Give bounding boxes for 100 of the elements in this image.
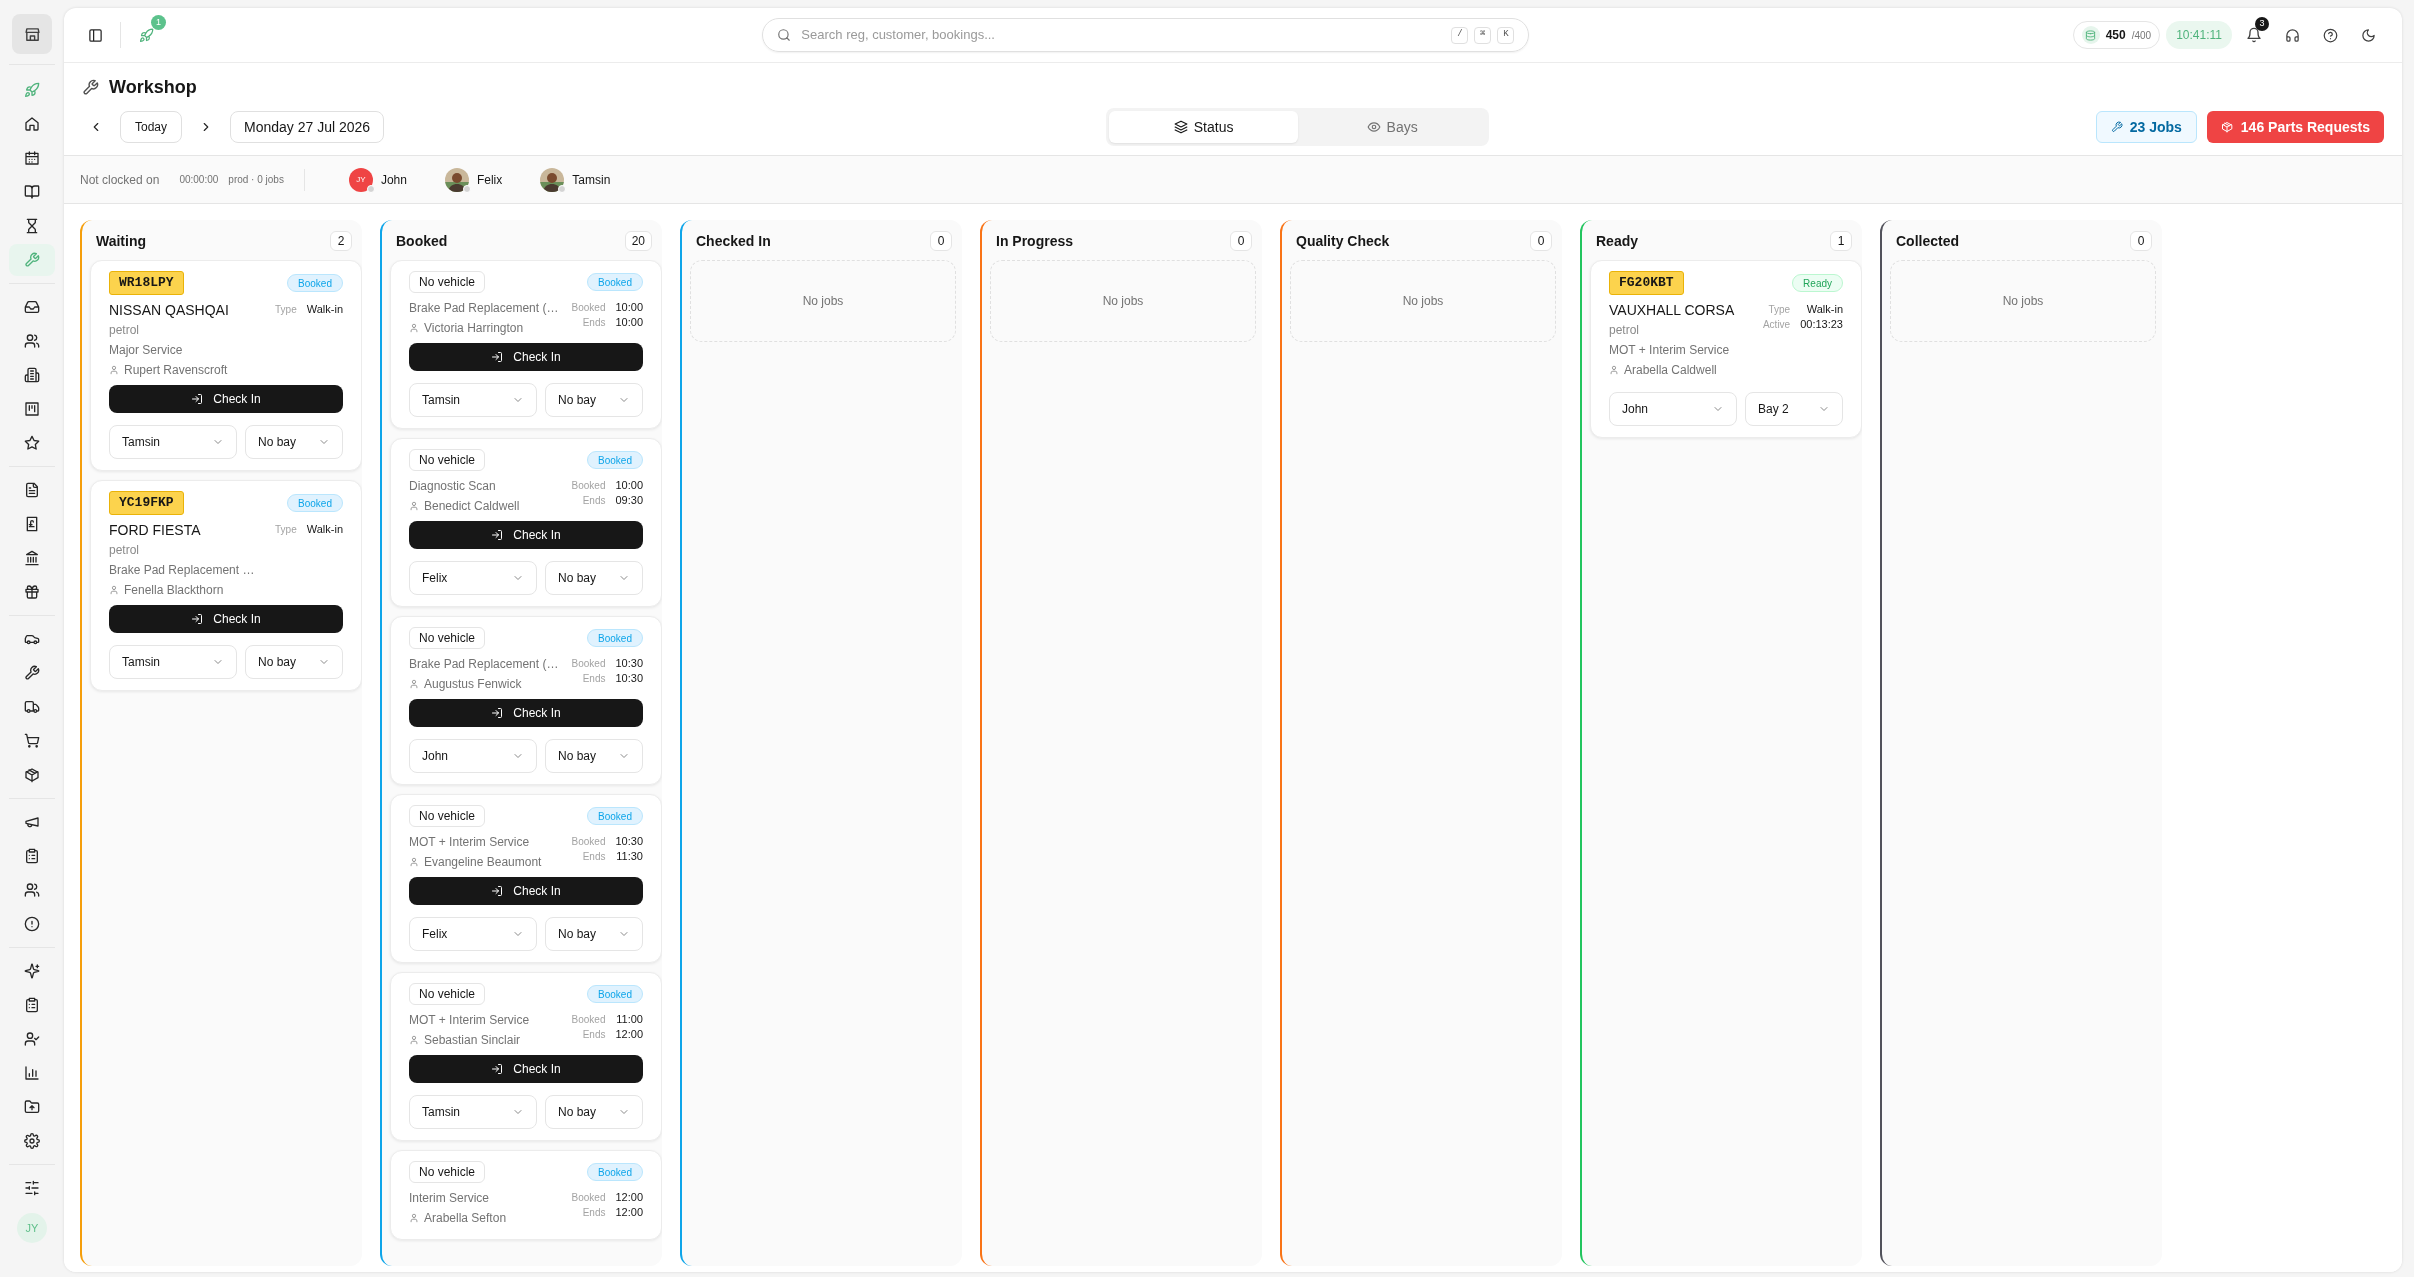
- notification-count: 3: [2255, 17, 2269, 31]
- bay-select[interactable]: No bay: [545, 917, 643, 951]
- meta-label: Ends: [581, 494, 606, 508]
- check-in-button[interactable]: Check In: [409, 1055, 643, 1083]
- technician-select[interactable]: Felix: [409, 561, 537, 595]
- customer-name: Arabella Caldwell: [1624, 362, 1717, 379]
- no-vehicle-tag: No vehicle: [409, 627, 486, 649]
- check-in-button[interactable]: Check In: [409, 877, 643, 905]
- folder-upload-icon: [24, 1099, 40, 1115]
- rocket-icon: [138, 27, 154, 43]
- technician-select[interactable]: Tamsin: [109, 425, 237, 459]
- moon-icon: [2360, 27, 2376, 43]
- sliders-icon: [24, 1180, 40, 1196]
- jobs-button[interactable]: 23 Jobs: [2095, 111, 2197, 143]
- job-card[interactable]: WR18LPY Booked NISSAN QASHQAI petrol Major Service Rupert Ravenscroft Type Walk-in Check In Tamsin No bay: [90, 260, 362, 471]
- document-icon: [24, 482, 40, 498]
- column-count: 2: [330, 231, 352, 251]
- status-badge: Booked: [587, 273, 643, 291]
- customer-name: Augustus Fenwick: [424, 676, 522, 693]
- no-vehicle-tag: No vehicle: [409, 983, 486, 1005]
- technician-select[interactable]: Tamsin: [109, 645, 237, 679]
- registration-plate: WR18LPY: [109, 271, 184, 295]
- meta-label: Ends: [581, 850, 606, 864]
- meta-value: Walk-in: [1805, 302, 1843, 317]
- job-card[interactable]: FG20KBT Ready VAUXHALL CORSA petrol MOT + Interim Service Arabella Caldwell Type Walk-in Active 00:13:23 John Bay 2: [1590, 260, 1862, 438]
- bay-select[interactable]: No bay: [545, 383, 643, 417]
- meta-label: Ends: [581, 1206, 606, 1220]
- status-badge: Ready: [1792, 274, 1843, 292]
- database-icon: [2085, 29, 2097, 41]
- check-in-button[interactable]: Check In: [109, 605, 343, 633]
- customer-name: Evangeline Beaumont: [424, 854, 542, 871]
- technician-select[interactable]: Tamsin: [409, 1095, 537, 1129]
- sign-in-icon: [191, 613, 204, 625]
- job-card[interactable]: No vehicle Booked Diagnostic Scan Benedict Caldwell Booked 10:00 Ends 09:30 Check In Felix No bay: [390, 438, 662, 607]
- job-card[interactable]: No vehicle Booked Interim Service Arabella Sefton Booked 12:00 Ends 12:00: [390, 1150, 662, 1240]
- check-in-button[interactable]: Check In: [409, 521, 643, 549]
- today-button[interactable]: Today: [120, 111, 183, 143]
- invoice-icon: [24, 516, 40, 532]
- job-card[interactable]: No vehicle Booked MOT + Interim Service Evangeline Beaumont Booked 10:30 Ends 11:30 Check In Felix No bay: [390, 794, 662, 963]
- check-in-button[interactable]: Check In: [109, 385, 343, 413]
- sign-in-icon: [191, 393, 204, 405]
- package-icon: [24, 767, 40, 783]
- person-icon: [409, 857, 419, 867]
- sign-in-icon: [491, 1063, 504, 1075]
- meta-value: 10:30: [615, 834, 643, 849]
- check-in-button[interactable]: Check In: [409, 699, 643, 727]
- building-icon: [24, 367, 40, 383]
- sidebar-icon: [87, 27, 103, 43]
- meta-value: Walk-in: [306, 302, 343, 317]
- wrench-icon: [24, 252, 40, 268]
- person-icon: [109, 585, 119, 595]
- job-card[interactable]: YC19FKP Booked FORD FIESTA petrol Brake Pad Replacement … Fenella Blackthorn Type Walk-in Check In Tamsin No bay: [90, 480, 362, 691]
- technician-name[interactable]: Tamsin: [572, 170, 611, 189]
- bay-select[interactable]: No bay: [245, 645, 343, 679]
- bay-select[interactable]: No bay: [545, 739, 643, 773]
- service-name: Brake Pad Replacement …: [109, 562, 255, 579]
- check-in-button[interactable]: Check In: [409, 343, 643, 371]
- bay-select[interactable]: Bay 2: [1745, 392, 1843, 426]
- book-icon: [24, 184, 40, 200]
- meta-label: Booked: [571, 657, 606, 671]
- clock-timer: 00:00:00: [179, 173, 219, 187]
- inbox-icon: [24, 299, 40, 315]
- bay-select[interactable]: No bay: [545, 1095, 643, 1129]
- technician-name[interactable]: Felix: [476, 170, 503, 189]
- meta-label: Booked: [571, 835, 606, 849]
- meta-value: 10:30: [615, 656, 643, 671]
- meta-label: Booked: [571, 1013, 606, 1027]
- technician-name[interactable]: John: [380, 170, 407, 189]
- store-icon: [23, 25, 41, 43]
- column-count: 1: [1830, 231, 1852, 251]
- meta-value: 10:00: [615, 300, 643, 315]
- technician-select[interactable]: Tamsin: [409, 383, 537, 417]
- store-button[interactable]: [12, 14, 52, 54]
- job-card[interactable]: No vehicle Booked Brake Pad Replacement (… Victoria Harrington Booked 10:00 Ends 10:00 Check In Tamsin No bay: [390, 260, 662, 429]
- customer-name: Fenella Blackthorn: [124, 582, 224, 599]
- meta-value: Walk-in: [306, 522, 343, 537]
- view-tab[interactable]: Status: [1109, 111, 1298, 143]
- clock-status: Not clocked on: [80, 171, 160, 189]
- technician-avatar: JY: [348, 167, 373, 192]
- view-tab[interactable]: Bays: [1297, 111, 1487, 143]
- no-vehicle-tag: No vehicle: [409, 805, 486, 827]
- bay-select[interactable]: No bay: [245, 425, 343, 459]
- column-count: 20: [624, 231, 652, 251]
- layers-icon: [1173, 120, 1188, 134]
- service-name: Brake Pad Replacement (…: [409, 300, 559, 317]
- meta-label: Type: [1767, 303, 1791, 317]
- job-card[interactable]: No vehicle Booked Brake Pad Replacement (… Augustus Fenwick Booked 10:30 Ends 10:30 Check In John No bay: [390, 616, 662, 785]
- meta-value: 00:13:23: [1800, 317, 1843, 332]
- users-icon: [24, 882, 40, 898]
- technician-select[interactable]: John: [1609, 392, 1737, 426]
- date-picker[interactable]: Monday 27 Jul 2026: [230, 111, 385, 143]
- headset-icon: [2284, 27, 2300, 43]
- bay-select[interactable]: No bay: [545, 561, 643, 595]
- technician-select[interactable]: John: [409, 739, 537, 773]
- search-input[interactable]: Search reg, customer, bookings...: [801, 25, 1442, 45]
- parts-requests-button[interactable]: 146 Parts Requests: [2206, 111, 2384, 143]
- job-card[interactable]: No vehicle Booked MOT + Interim Service Sebastian Sinclair Booked 11:00 Ends 12:00 Check In Tamsin No bay: [390, 972, 662, 1141]
- technician-select[interactable]: Felix: [409, 917, 537, 951]
- empty-state: No jobs: [690, 260, 956, 342]
- meta-label: Booked: [571, 1191, 606, 1205]
